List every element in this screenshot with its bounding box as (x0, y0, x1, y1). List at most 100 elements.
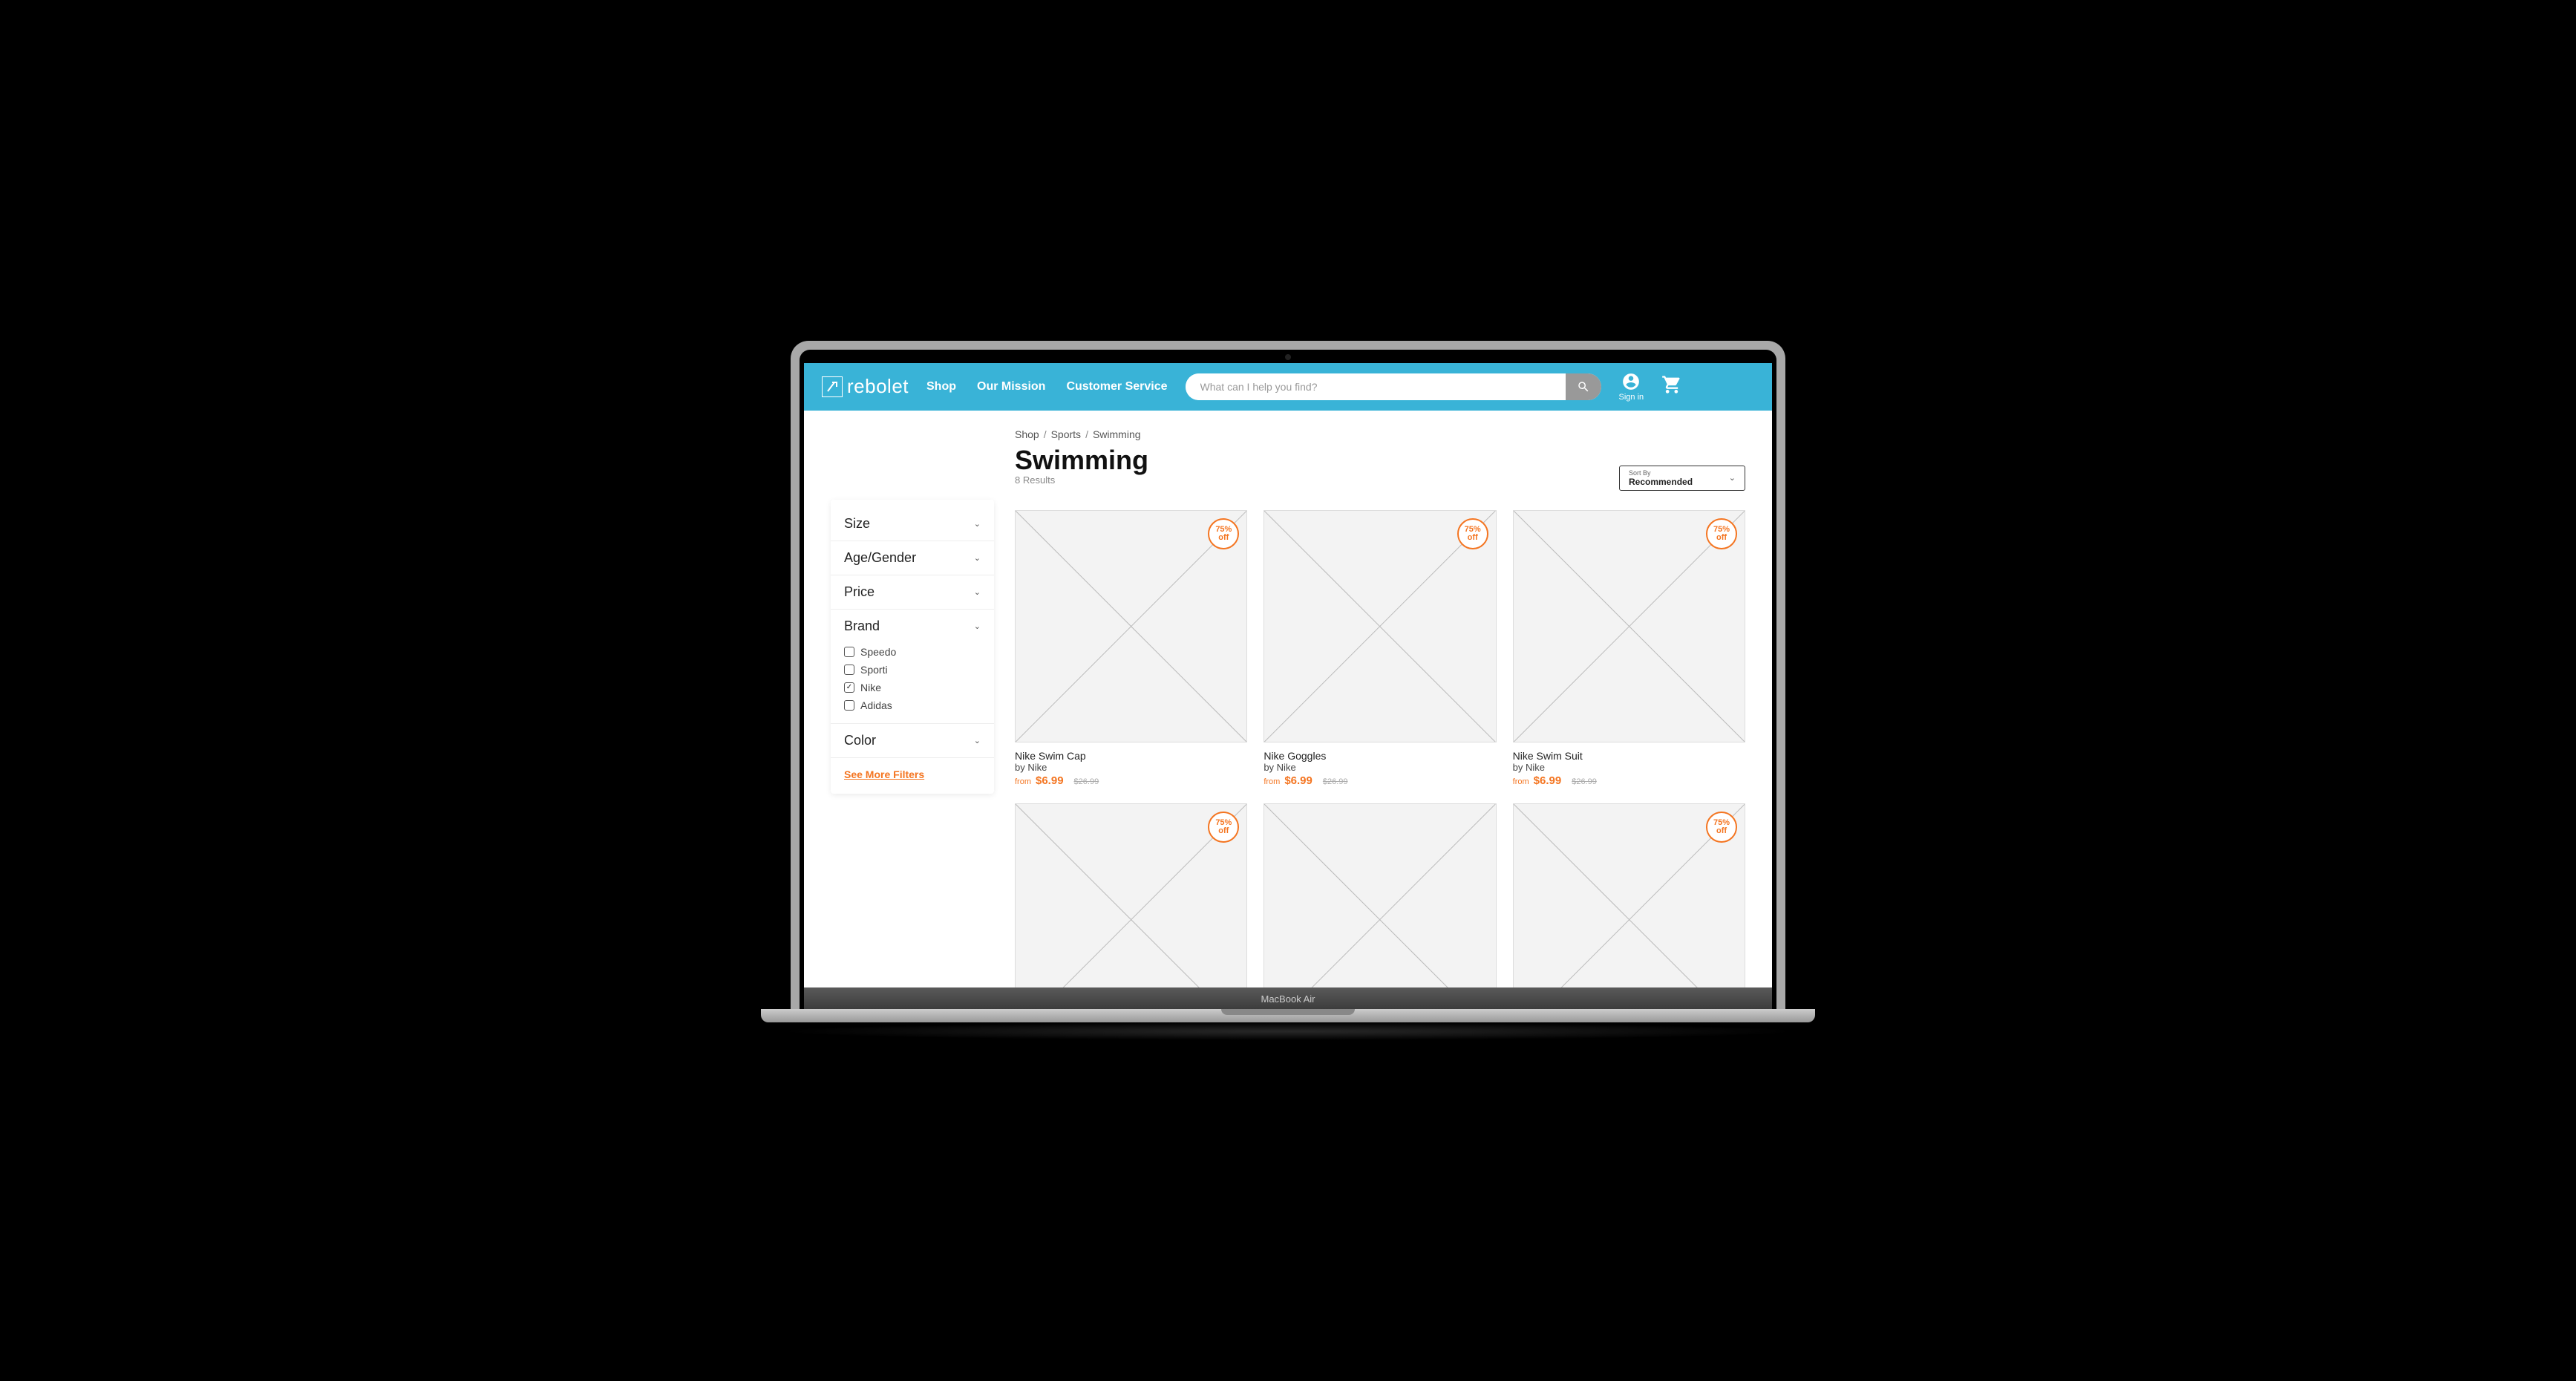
breadcrumb: Shop/Sports/Swimming (1015, 428, 1745, 440)
filter-header[interactable]: Brand ⌄ (831, 610, 994, 643)
product-old-price: $26.99 (1572, 777, 1597, 786)
filter-option-label: Adidas (860, 699, 892, 711)
filter-option-label: Sporti (860, 664, 888, 676)
product-card[interactable] (1264, 803, 1496, 987)
see-more-filters[interactable]: See More Filters (831, 758, 994, 786)
product-card[interactable]: 75%off (1513, 803, 1745, 987)
product-brand: by Nike (1015, 762, 1247, 773)
product-thumbnail: 75%off (1015, 510, 1247, 742)
product-title: Nike Swim Cap (1015, 750, 1247, 762)
product-thumbnail (1264, 803, 1496, 987)
breadcrumb-item[interactable]: Sports (1051, 428, 1081, 440)
product-old-price: $26.99 (1074, 777, 1099, 786)
breadcrumb-item[interactable]: Shop (1015, 428, 1039, 440)
product-card[interactable]: 75%off Nike Swim Capby Nike from $6.99 $26.9… (1015, 510, 1247, 787)
checkbox-icon (844, 647, 854, 657)
nav-customer-service[interactable]: Customer Service (1066, 380, 1167, 394)
filter-option[interactable]: Sporti (844, 661, 981, 679)
site-header: rebolet Shop Our Mission Customer Servic… (804, 363, 1772, 411)
laptop-frame: rebolet Shop Our Mission Customer Servic… (791, 341, 1785, 1011)
account-link[interactable]: Sign in (1619, 372, 1644, 402)
product-card[interactable]: 75%off Nike Gogglesby Nike from $6.99 $26.99 (1264, 510, 1496, 787)
filter-section: Size ⌄ (831, 507, 994, 541)
search-input[interactable] (1186, 373, 1566, 400)
filter-option[interactable]: ✓ Nike (844, 679, 981, 696)
filter-option[interactable]: Adidas (844, 696, 981, 714)
checkbox-icon: ✓ (844, 682, 854, 693)
price-prefix: from (1264, 777, 1280, 786)
product-brand: by Nike (1513, 762, 1745, 773)
logo-text: rebolet (847, 375, 909, 398)
nav-mission[interactable]: Our Mission (977, 380, 1045, 394)
search-bar (1186, 373, 1601, 400)
filter-title: Color (844, 733, 876, 748)
discount-badge: 75%off (1706, 518, 1737, 549)
sort-label: Sort By (1629, 469, 1693, 477)
product-thumbnail: 75%off (1264, 510, 1496, 742)
placeholder-icon (1016, 511, 1246, 742)
laptop-model-label: MacBook Air (1261, 993, 1315, 1005)
signin-label: Sign in (1619, 393, 1644, 402)
product-grid: 75%offNike Swim Capby Nikefrom$6.99$26.9… (1015, 510, 1745, 987)
laptop-chin: MacBook Air (804, 987, 1772, 1011)
sort-value: Recommended (1629, 477, 1693, 487)
chevron-down-icon: ⌄ (1729, 473, 1736, 483)
main-nav: Shop Our Mission Customer Service (926, 380, 1168, 394)
discount-badge: 75%off (1208, 518, 1239, 549)
filter-section: Color ⌄ (831, 724, 994, 758)
filter-header[interactable]: Age/Gender⌄ (831, 541, 994, 575)
cart-icon (1661, 374, 1682, 395)
camera-dot (1285, 354, 1291, 360)
placeholder-icon (1264, 511, 1495, 742)
product-old-price: $26.99 (1323, 777, 1348, 786)
filter-section: Price ⌄ (831, 575, 994, 610)
screen: rebolet Shop Our Mission Customer Servic… (804, 363, 1772, 987)
filter-title: Size (844, 516, 870, 532)
nav-shop[interactable]: Shop (926, 380, 956, 394)
filter-sidebar: Size⌄Age/Gender⌄Price⌄Brand⌄SpeedoSporti… (831, 500, 994, 794)
chevron-down-icon: ⌄ (974, 621, 981, 631)
chevron-down-icon: ⌄ (974, 519, 981, 529)
logo-mark-icon (822, 376, 843, 397)
price-prefix: from (1513, 777, 1529, 786)
product-thumbnail: 75%off (1513, 510, 1745, 742)
product-card[interactable]: 75%off (1015, 803, 1247, 987)
filter-header[interactable]: Size ⌄ (831, 507, 994, 541)
main-content: Shop/Sports/Swimming Swimming 8 Results … (1015, 428, 1745, 987)
search-icon (1577, 380, 1590, 394)
filter-header[interactable]: Price ⌄ (831, 575, 994, 609)
user-icon (1621, 372, 1641, 391)
breadcrumb-item: Swimming (1093, 428, 1141, 440)
price-prefix: from (1015, 777, 1031, 786)
filter-header[interactable]: Color ⌄ (831, 724, 994, 757)
filter-option[interactable]: Speedo (844, 643, 981, 661)
chevron-down-icon: ⌄ (974, 736, 981, 745)
checkbox-icon (844, 665, 854, 675)
product-title: Nike Goggles (1264, 750, 1496, 762)
product-price: $6.99 (1284, 774, 1312, 787)
filter-option-label: Nike (860, 682, 881, 693)
sort-dropdown[interactable]: Sort By Recommended ⌄ (1619, 466, 1745, 491)
cart-button[interactable] (1661, 374, 1682, 399)
product-thumbnail: 75%off (1513, 803, 1745, 987)
discount-badge: 75%off (1706, 812, 1737, 843)
logo[interactable]: rebolet (822, 375, 909, 398)
product-thumbnail: 75%off (1015, 803, 1247, 987)
filter-title: Age/Gender (844, 550, 916, 566)
checkbox-icon (844, 700, 854, 711)
product-brand: by Nike (1264, 762, 1496, 773)
results-count: 8 Results (1015, 474, 1148, 486)
laptop-base (761, 1009, 1815, 1022)
filter-section: Brand ⌄ Speedo Sporti ✓ Nike Adidas (831, 610, 994, 724)
search-button[interactable] (1566, 373, 1601, 400)
product-card[interactable]: 75%off Nike Swim Suitby Nike from $6.99 $26.… (1513, 510, 1745, 787)
product-price: $6.99 (1534, 774, 1562, 787)
product-price: $6.99 (1036, 774, 1064, 787)
placeholder-icon (1514, 511, 1745, 742)
filter-title: Price (844, 584, 875, 600)
filter-option-label: Speedo (860, 646, 896, 658)
chevron-down-icon: ⌄ (974, 587, 981, 597)
filter-section: Age/Gender⌄ (831, 541, 994, 575)
product-title: Nike Swim Suit (1513, 750, 1745, 762)
filter-title: Brand (844, 618, 880, 634)
